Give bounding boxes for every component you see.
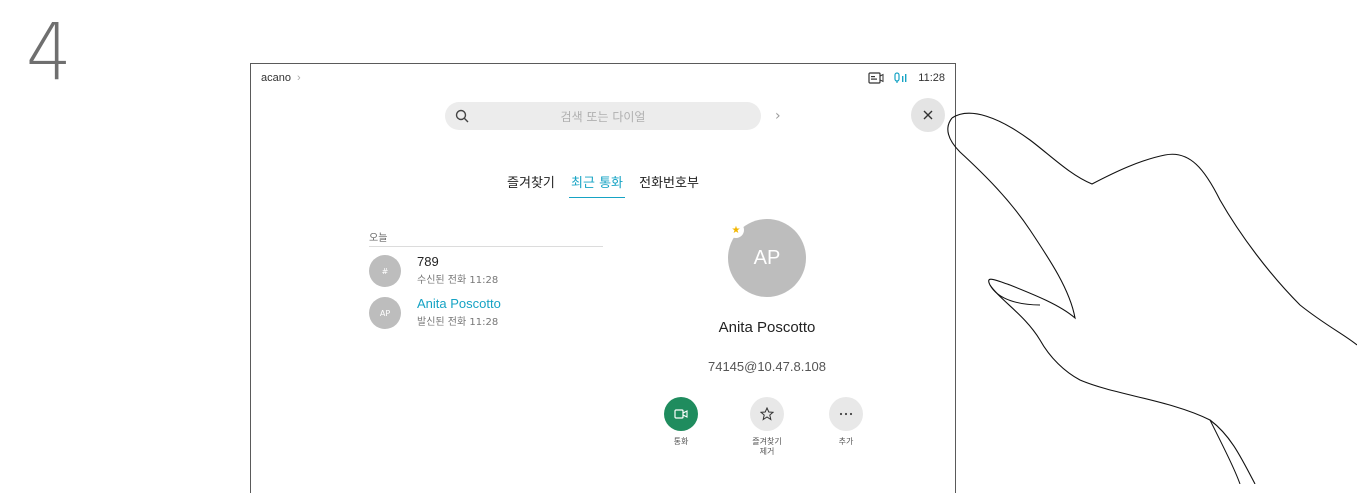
call-button-label: 통화 bbox=[673, 437, 689, 446]
header-title-text: acano bbox=[261, 72, 291, 84]
call-button[interactable]: 통화 bbox=[646, 397, 716, 447]
tab-recents[interactable]: 최근 통화 bbox=[569, 172, 625, 198]
pointing-hand-illustration bbox=[947, 112, 1357, 484]
status-bar: 11:28 bbox=[868, 72, 945, 84]
more-icon bbox=[829, 397, 863, 431]
close-icon bbox=[923, 110, 933, 120]
list-item-name: 789 bbox=[417, 254, 439, 269]
star-icon: ★ bbox=[728, 222, 744, 238]
clock-time: 11:28 bbox=[918, 72, 945, 84]
step-number: 4 bbox=[26, 8, 72, 98]
remove-favorite-label-line2: 제거 bbox=[759, 447, 775, 456]
contact-address: 74145@10.47.8.108 bbox=[707, 359, 827, 374]
remove-favorite-button[interactable]: 즐겨찾기 제거 bbox=[732, 397, 802, 457]
search-placeholder: 검색 또는 다이얼 bbox=[560, 110, 646, 124]
tab-directory[interactable]: 전화번호부 bbox=[637, 172, 701, 197]
contact-name: Anita Poscotto bbox=[718, 319, 816, 336]
chevron-right-icon: › bbox=[296, 72, 301, 84]
more-button[interactable]: 추가 bbox=[811, 397, 881, 447]
tab-favorites[interactable]: 즐겨찾기 bbox=[505, 172, 557, 197]
video-icon bbox=[664, 397, 698, 431]
search-input[interactable]: 검색 또는 다이얼 bbox=[445, 102, 761, 130]
star-outline-icon bbox=[750, 397, 784, 431]
list-item-name: Anita Poscotto bbox=[417, 296, 501, 311]
remove-favorite-label-line1: 즐겨찾기 bbox=[752, 437, 782, 446]
tab-bar: 즐겨찾기 최근 통화 전화번호부 bbox=[251, 172, 955, 198]
microphone-icon[interactable] bbox=[894, 72, 908, 84]
list-item[interactable]: # 789 수신된 전화 11:28 bbox=[369, 254, 609, 291]
list-item-detail: 수신된 전화 11:28 bbox=[417, 275, 499, 286]
avatar: # bbox=[369, 255, 401, 287]
more-button-label: 추가 bbox=[838, 437, 854, 446]
device-screen: acano › 11:28 검색 또는 다이얼 › 즐겨찾기 최근 통화 전화번호… bbox=[250, 63, 956, 493]
list-item[interactable]: AP Anita Poscotto 발신된 전화 11:28 bbox=[369, 296, 609, 333]
section-title-today: 오늘 bbox=[369, 229, 603, 247]
remove-favorite-label: 즐겨찾기 제거 bbox=[732, 437, 802, 457]
header-title[interactable]: acano › bbox=[261, 72, 301, 84]
avatar: AP bbox=[369, 297, 401, 329]
search-arrow-icon[interactable]: › bbox=[775, 108, 781, 124]
list-item-detail: 발신된 전화 11:28 bbox=[417, 317, 499, 328]
screen-share-icon[interactable] bbox=[868, 72, 884, 84]
